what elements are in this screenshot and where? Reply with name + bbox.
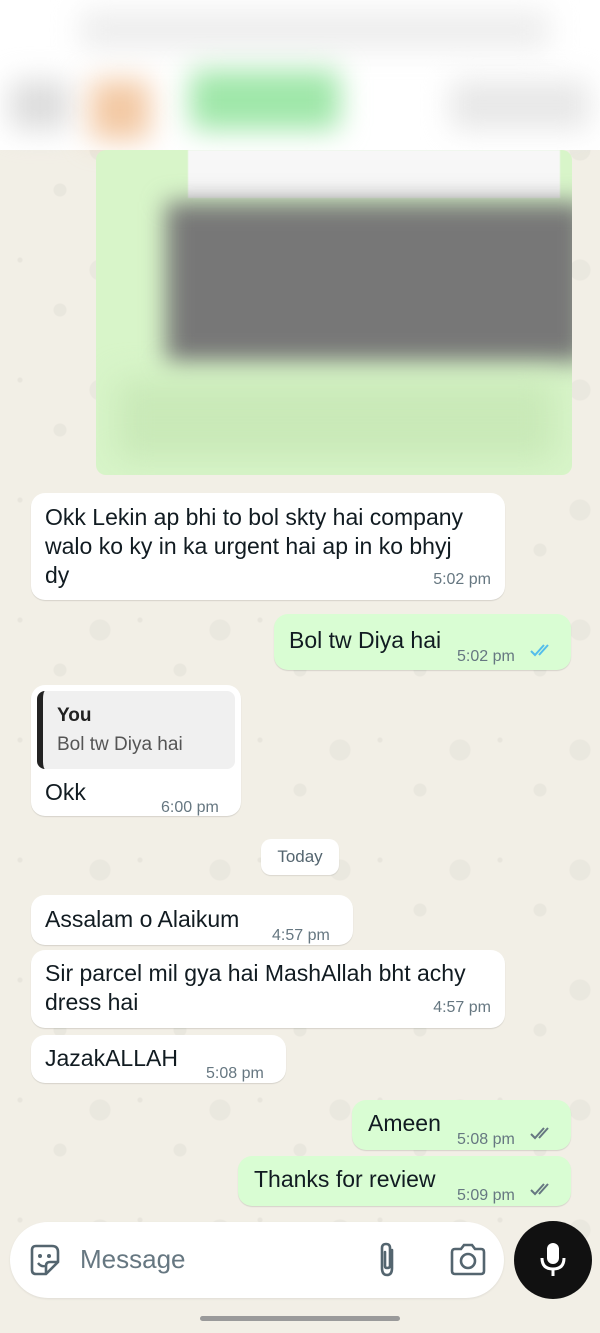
chat-header-blurred	[0, 0, 600, 150]
redacted-image-content	[188, 150, 560, 198]
redacted-name	[190, 70, 340, 130]
message-incoming[interactable]: Assalam o Alaikum 4:57 pm	[31, 895, 353, 945]
message-incoming[interactable]: Okk Lekin ap bhi to bol skty hai company…	[31, 493, 505, 600]
message-incoming[interactable]: JazakALLAH 5:08 pm	[31, 1035, 286, 1083]
avatar[interactable]	[90, 80, 150, 140]
back-icon[interactable]	[10, 80, 70, 130]
read-receipt-icon	[530, 644, 549, 657]
message-time: 4:57 pm	[272, 927, 330, 944]
redacted-area	[80, 10, 550, 50]
day-separator: Today	[261, 839, 339, 875]
redacted-image-content	[166, 202, 572, 362]
message-time: 4:57 pm	[433, 999, 491, 1016]
message-time: 5:09 pm	[457, 1187, 515, 1204]
delivered-receipt-icon	[530, 1183, 549, 1196]
message-text: Okk	[45, 779, 86, 805]
quoted-message[interactable]: You Bol tw Diya hai	[37, 691, 235, 769]
header-actions[interactable]	[450, 80, 590, 130]
message-incoming[interactable]: Sir parcel mil gya hai MashAllah bht ach…	[31, 950, 505, 1028]
camera-icon[interactable]	[448, 1242, 488, 1278]
message-incoming-reply[interactable]: You Bol tw Diya hai Okk 6:00 pm	[31, 685, 241, 816]
paperclip-icon[interactable]	[372, 1240, 402, 1280]
message-time: 5:08 pm	[206, 1065, 264, 1082]
message-text-line: dress hai	[45, 989, 139, 1015]
message-time: 5:02 pm	[433, 571, 491, 588]
message-outgoing[interactable]: Ameen 5:08 pm	[352, 1100, 571, 1150]
message-text-line: Okk Lekin ap bhi to bol skty hai company	[45, 504, 464, 530]
message-outgoing[interactable]: Bol tw Diya hai 5:02 pm	[274, 614, 571, 670]
sticker-smile-icon[interactable]	[26, 1242, 62, 1278]
message-time: 5:02 pm	[457, 648, 515, 665]
microphone-icon	[540, 1243, 566, 1276]
message-time: 6:00 pm	[161, 799, 219, 816]
quote-text: Bol tw Diya hai	[57, 734, 183, 755]
message-composer[interactable]: Message	[10, 1222, 504, 1298]
message-text: JazakALLAH	[45, 1045, 178, 1071]
image-message[interactable]	[96, 150, 572, 475]
message-text-line: dy	[45, 562, 70, 588]
message-text: Bol tw Diya hai	[289, 627, 442, 653]
message-input[interactable]: Message	[80, 1244, 186, 1275]
message-text: Assalam o Alaikum	[45, 906, 240, 932]
quote-author: You	[57, 705, 92, 726]
message-time: 5:08 pm	[457, 1131, 515, 1148]
home-indicator[interactable]	[200, 1316, 400, 1321]
message-text: Ameen	[368, 1110, 441, 1136]
message-text: Thanks for review	[254, 1166, 436, 1192]
message-text-line: walo ko ky in ka urgent hai ap in ko bhy…	[45, 533, 452, 559]
delivered-receipt-icon	[530, 1127, 549, 1140]
message-text-line: Sir parcel mil gya hai MashAllah bht ach…	[45, 960, 466, 986]
redacted-image-content	[116, 380, 556, 460]
message-outgoing[interactable]: Thanks for review 5:09 pm	[238, 1156, 571, 1206]
mic-button[interactable]	[514, 1221, 592, 1299]
